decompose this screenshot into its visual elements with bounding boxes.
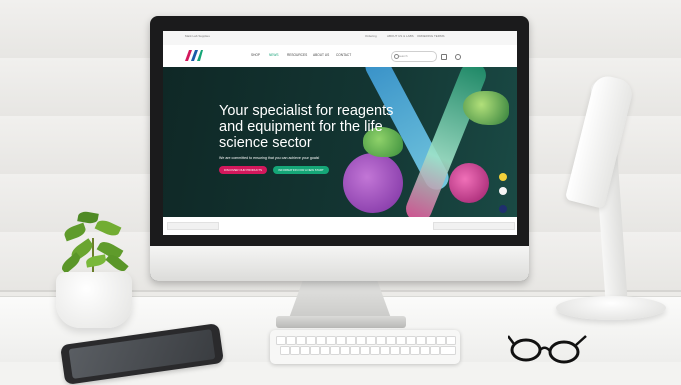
- monitor-neck: [288, 281, 392, 321]
- lamp-base: [556, 296, 666, 320]
- keyboard-key: [390, 346, 400, 355]
- keyboard-key: [420, 346, 430, 355]
- brand-logo-icon[interactable]: [185, 50, 203, 61]
- content-placeholder: [433, 222, 515, 230]
- keyboard-key: [436, 336, 446, 345]
- keyboard-key: [290, 346, 300, 355]
- keyboard-key: [320, 346, 330, 355]
- user-icon[interactable]: [455, 54, 461, 60]
- keyboard-key: [316, 336, 326, 345]
- keyboard-key: [406, 336, 416, 345]
- utility-link[interactable]: Ordering: [365, 34, 377, 38]
- keyboard-key: [306, 336, 316, 345]
- discover-products-button[interactable]: DISCOVER OUR PRODUCTS: [219, 166, 267, 174]
- monitor-screen: Mark Lab Supplies Ordering ABOUT US & LA…: [163, 31, 517, 235]
- monitor-chin: [150, 246, 529, 281]
- keyboard-key: [346, 336, 356, 345]
- content-placeholder: [167, 222, 219, 230]
- hero-banner: Your specialist for reagents and equipme…: [163, 67, 517, 217]
- keyboard-key: [276, 336, 286, 345]
- badge-icon[interactable]: [499, 173, 507, 181]
- keyboard-key: [366, 336, 376, 345]
- nav-item-news[interactable]: NEWS: [269, 53, 279, 57]
- keyboard-key: [296, 336, 306, 345]
- utility-bar-brand: Mark Lab Supplies: [185, 34, 210, 38]
- chameleon-image: [463, 91, 509, 125]
- badge-icon[interactable]: [499, 187, 507, 195]
- monitor-foot: [276, 316, 406, 328]
- keyboard-key: [286, 336, 296, 345]
- keyboard-key: [326, 336, 336, 345]
- search-input[interactable]: Search: [391, 51, 437, 62]
- keyboard-key: [336, 336, 346, 345]
- new-start-info-button[interactable]: INFORMATION FOR A NEW START: [273, 166, 329, 174]
- keyboard-key: [396, 336, 406, 345]
- chat-icon[interactable]: [499, 205, 507, 213]
- keyboard-key: [350, 346, 360, 355]
- sphere-image: [343, 153, 403, 213]
- flower-image: [449, 163, 489, 203]
- keyboard-key: [440, 346, 456, 355]
- nav-item-shop[interactable]: SHOP: [251, 53, 260, 57]
- plant-pot: [56, 272, 132, 328]
- keyboard-key: [280, 346, 290, 355]
- keyboard-key: [386, 336, 396, 345]
- keyboard-key: [426, 336, 436, 345]
- hero-title: Your specialist for reagents and equipme…: [219, 103, 394, 151]
- content-strip: [163, 217, 517, 235]
- nav-item-resources[interactable]: RESOURCES: [287, 53, 307, 57]
- keyboard-key: [330, 346, 340, 355]
- keyboard-key: [356, 336, 366, 345]
- keyboard-key: [400, 346, 410, 355]
- utility-link[interactable]: ABOUT US & LABS: [387, 34, 414, 38]
- keyboard-key: [430, 346, 440, 355]
- keyboard: [270, 330, 460, 364]
- utility-link[interactable]: ORDERING TERMS: [417, 34, 444, 38]
- main-navigation: SHOP NEWS RESOURCES ABOUT US CONTACT Sea…: [163, 45, 517, 68]
- keyboard-key: [310, 346, 320, 355]
- nav-item-about-us[interactable]: ABOUT US: [313, 53, 329, 57]
- keyboard-key: [300, 346, 310, 355]
- keyboard-key: [360, 346, 370, 355]
- keyboard-key: [376, 336, 386, 345]
- keyboard-key: [370, 346, 380, 355]
- keyboard-key: [340, 346, 350, 355]
- utility-bar: Mark Lab Supplies Ordering ABOUT US & LA…: [163, 31, 517, 46]
- nav-item-contact[interactable]: CONTACT: [336, 53, 351, 57]
- keyboard-key: [380, 346, 390, 355]
- keyboard-key: [446, 336, 456, 345]
- search-placeholder: Search: [398, 54, 408, 58]
- hero-subtitle: We are committed to ensuring that you ca…: [219, 156, 320, 160]
- cart-icon[interactable]: [441, 54, 447, 60]
- keyboard-key: [416, 336, 426, 345]
- eyeglasses: [508, 335, 587, 364]
- keyboard-key: [410, 346, 420, 355]
